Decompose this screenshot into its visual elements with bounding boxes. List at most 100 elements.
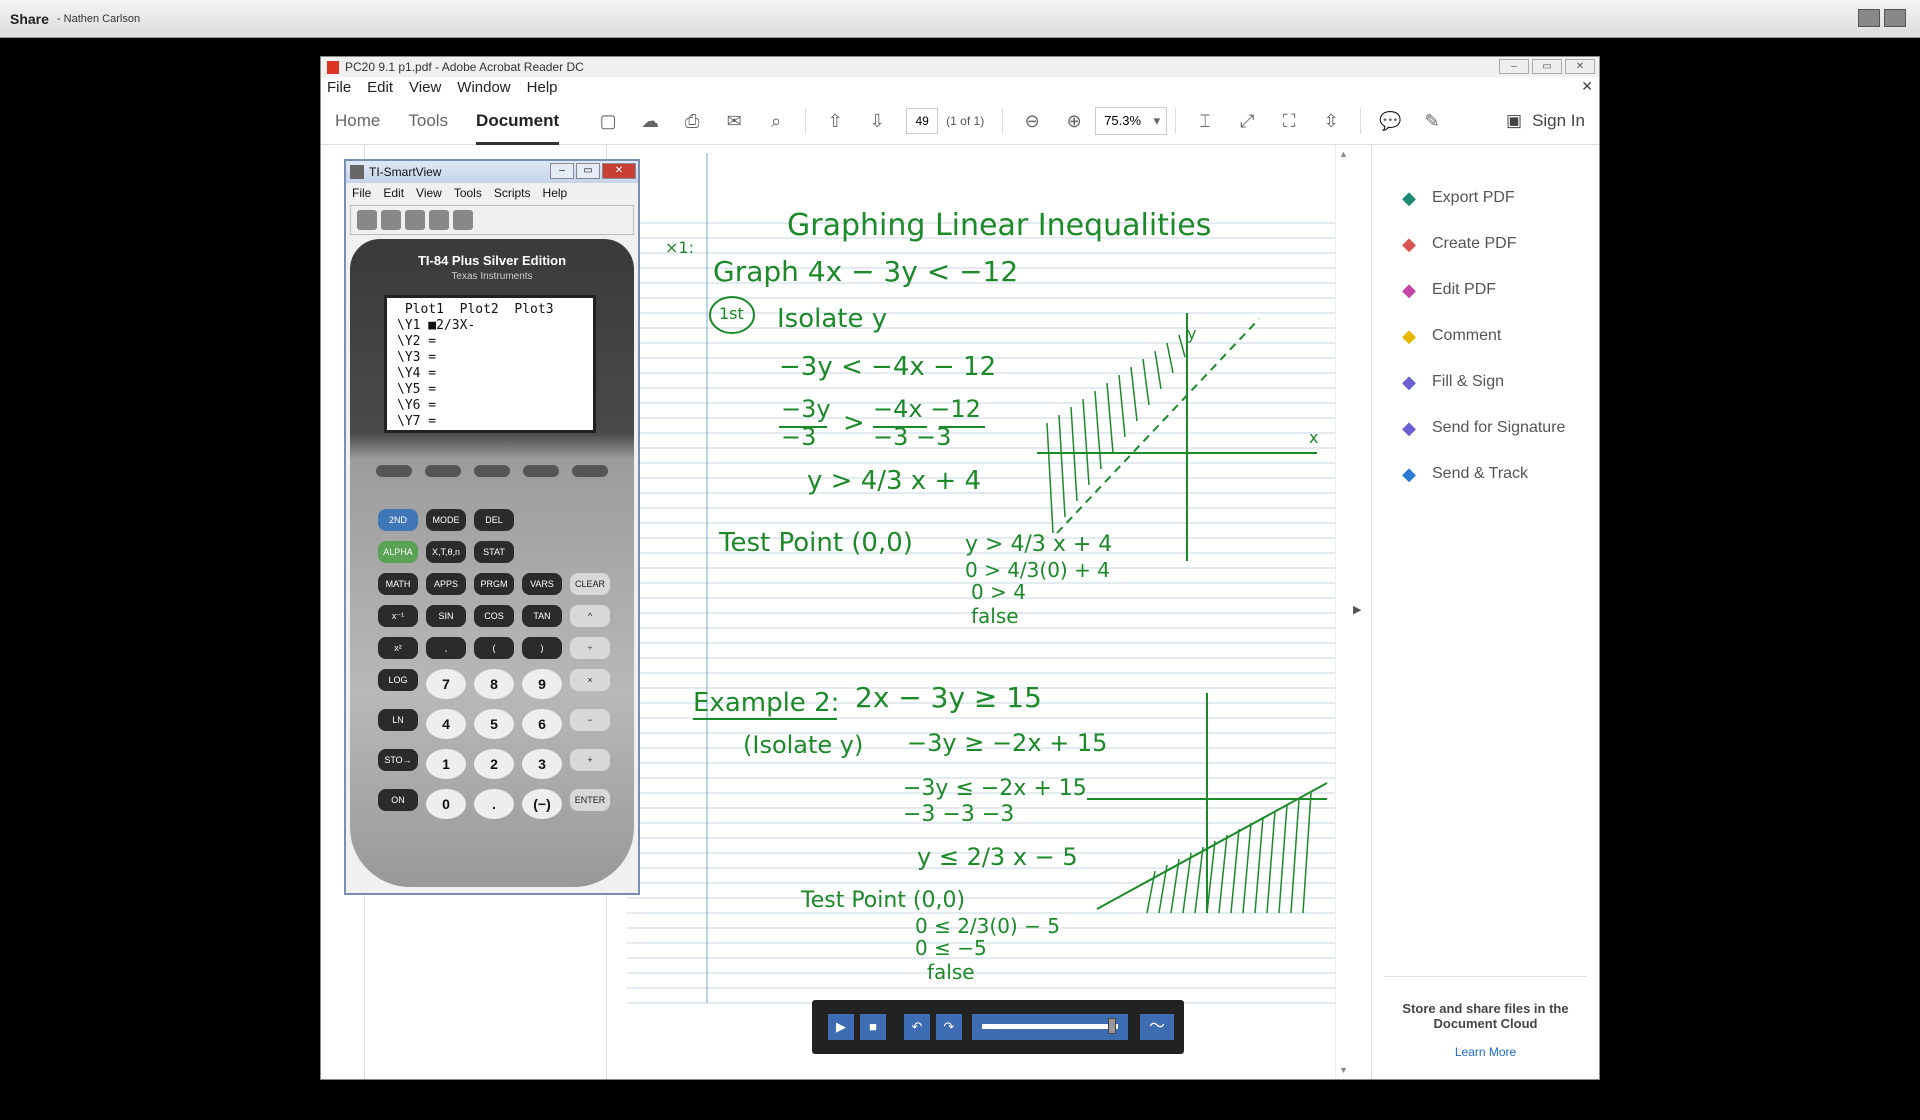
view-layout-2-button[interactable] (1884, 9, 1906, 27)
new-file-icon[interactable] (357, 210, 377, 230)
learn-more-link[interactable]: Learn More (1384, 1045, 1587, 1059)
window-key[interactable] (425, 465, 461, 477)
key-apps[interactable]: APPS (426, 573, 466, 595)
email-icon[interactable]: ✉ (723, 110, 745, 132)
key-x[interactable]: x² (378, 637, 418, 659)
collapse-pane-icon[interactable]: ▶ (1353, 603, 1361, 616)
key-alpha[interactable]: ALPHA (378, 541, 418, 563)
stop-button[interactable]: ■ (860, 1014, 886, 1040)
key-[interactable]: + (570, 749, 610, 771)
ti-menu-scripts[interactable]: Scripts (494, 186, 531, 200)
key-xtn[interactable]: X,T,θ,n (426, 541, 466, 563)
ti-maximize-button[interactable]: ▭ (576, 163, 600, 179)
zoom-in-icon[interactable]: ⊕ (1063, 110, 1085, 132)
zoom-select[interactable]: 75.3% (1095, 106, 1168, 135)
key-2nd[interactable]: 2ND (378, 509, 418, 531)
key-5[interactable]: 5 (474, 709, 514, 739)
key-7[interactable]: 7 (426, 669, 466, 699)
tool-edit-pdf[interactable]: ◆ Edit PDF (1372, 267, 1599, 313)
key-[interactable]: ^ (570, 605, 610, 627)
page-up-icon[interactable]: ⇧ (824, 110, 846, 132)
close-button[interactable]: ✕ (1565, 59, 1595, 74)
open-folder-icon[interactable] (381, 210, 401, 230)
document-scrollbar[interactable]: ▲ ▼ (1335, 145, 1349, 1079)
ti-menu-view[interactable]: View (416, 186, 442, 200)
key-4[interactable]: 4 (426, 709, 466, 739)
ti-menu-file[interactable]: File (352, 186, 371, 200)
graph-key[interactable] (572, 465, 608, 477)
key-on[interactable]: ON (378, 789, 418, 811)
play-button[interactable]: ▶ (828, 1014, 854, 1040)
select-tool-icon[interactable]: ⌶ (1194, 110, 1216, 132)
tab-home[interactable]: Home (335, 97, 380, 145)
key-sto[interactable]: STO→ (378, 749, 418, 771)
tool-export-pdf[interactable]: ◆ Export PDF (1372, 175, 1599, 221)
key-1[interactable]: 1 (426, 749, 466, 779)
upload-cloud-icon[interactable]: ☁ (639, 110, 661, 132)
key-2[interactable]: 2 (474, 749, 514, 779)
tool-comment[interactable]: ◆ Comment (1372, 313, 1599, 359)
key-[interactable]: − (570, 709, 610, 731)
key-mode[interactable]: MODE (426, 509, 466, 531)
view-layout-1-button[interactable] (1858, 9, 1880, 27)
tab-document[interactable]: Document (476, 97, 560, 145)
key-ln[interactable]: LN (378, 709, 418, 731)
scroll-up-icon[interactable]: ▲ (1339, 149, 1348, 159)
zoom-out-icon[interactable]: ⊖ (1021, 110, 1043, 132)
key-[interactable]: ) (522, 637, 562, 659)
fit-page-icon[interactable]: ⤢ (1236, 110, 1258, 132)
key-x[interactable]: x⁻¹ (378, 605, 418, 627)
page-number-input[interactable]: 49 (906, 107, 939, 134)
zoom-key[interactable] (474, 465, 510, 477)
trace-key[interactable] (523, 465, 559, 477)
key-vars[interactable]: VARS (522, 573, 562, 595)
key-8[interactable]: 8 (474, 669, 514, 699)
key-tan[interactable]: TAN (522, 605, 562, 627)
tool-send-for-signature[interactable]: ◆ Send for Signature (1372, 405, 1599, 451)
key-[interactable]: (−) (522, 789, 562, 819)
save-icon[interactable]: ▢ (597, 110, 619, 132)
history-icon[interactable] (453, 210, 473, 230)
redo-button[interactable]: ↷ (936, 1014, 962, 1040)
key-clear[interactable]: CLEAR (570, 573, 610, 595)
tool-fill-sign[interactable]: ◆ Fill & Sign (1372, 359, 1599, 405)
pen-icon[interactable]: ✎ (1421, 110, 1443, 132)
playback-progress[interactable] (972, 1014, 1128, 1040)
ti-minimize-button[interactable]: – (550, 163, 574, 179)
key-math[interactable]: MATH (378, 573, 418, 595)
scroll-down-icon[interactable]: ▼ (1339, 1065, 1348, 1075)
ti-menu-tools[interactable]: Tools (454, 186, 482, 200)
screen-capture-icon[interactable] (405, 210, 425, 230)
sign-in-button[interactable]: ▣ Sign In (1506, 97, 1585, 145)
emulator-icon[interactable] (429, 210, 449, 230)
key-0[interactable]: 0 (426, 789, 466, 819)
menu-file[interactable]: File (327, 79, 351, 96)
tool-send-track[interactable]: ◆ Send & Track (1372, 451, 1599, 497)
undo-button[interactable]: ↶ (904, 1014, 930, 1040)
close-document-icon[interactable]: ✕ (1581, 78, 1593, 95)
ti-close-button[interactable]: ✕ (602, 163, 636, 179)
key-[interactable]: , (426, 637, 466, 659)
key-cos[interactable]: COS (474, 605, 514, 627)
key-[interactable]: ( (474, 637, 514, 659)
maximize-button[interactable]: ▭ (1532, 59, 1562, 74)
key-[interactable]: . (474, 789, 514, 819)
menu-view[interactable]: View (409, 79, 441, 96)
key-[interactable]: × (570, 669, 610, 691)
menu-edit[interactable]: Edit (367, 79, 393, 96)
key-prgm[interactable]: PRGM (474, 573, 514, 595)
key-log[interactable]: LOG (378, 669, 418, 691)
key-del[interactable]: DEL (474, 509, 514, 531)
key-9[interactable]: 9 (522, 669, 562, 699)
ti-menu-edit[interactable]: Edit (383, 186, 404, 200)
comment-icon[interactable]: 💬 (1379, 110, 1401, 132)
ti-menu-help[interactable]: Help (543, 186, 568, 200)
key-enter[interactable]: ENTER (570, 789, 610, 811)
full-screen-icon[interactable]: ⛶ (1278, 110, 1300, 132)
key-stat[interactable]: STAT (474, 541, 514, 563)
key-[interactable]: ÷ (570, 637, 610, 659)
key-3[interactable]: 3 (522, 749, 562, 779)
progress-thumb[interactable] (1108, 1018, 1117, 1034)
y-equals-key[interactable] (376, 465, 412, 477)
print-icon[interactable]: ⎙ (681, 110, 703, 132)
